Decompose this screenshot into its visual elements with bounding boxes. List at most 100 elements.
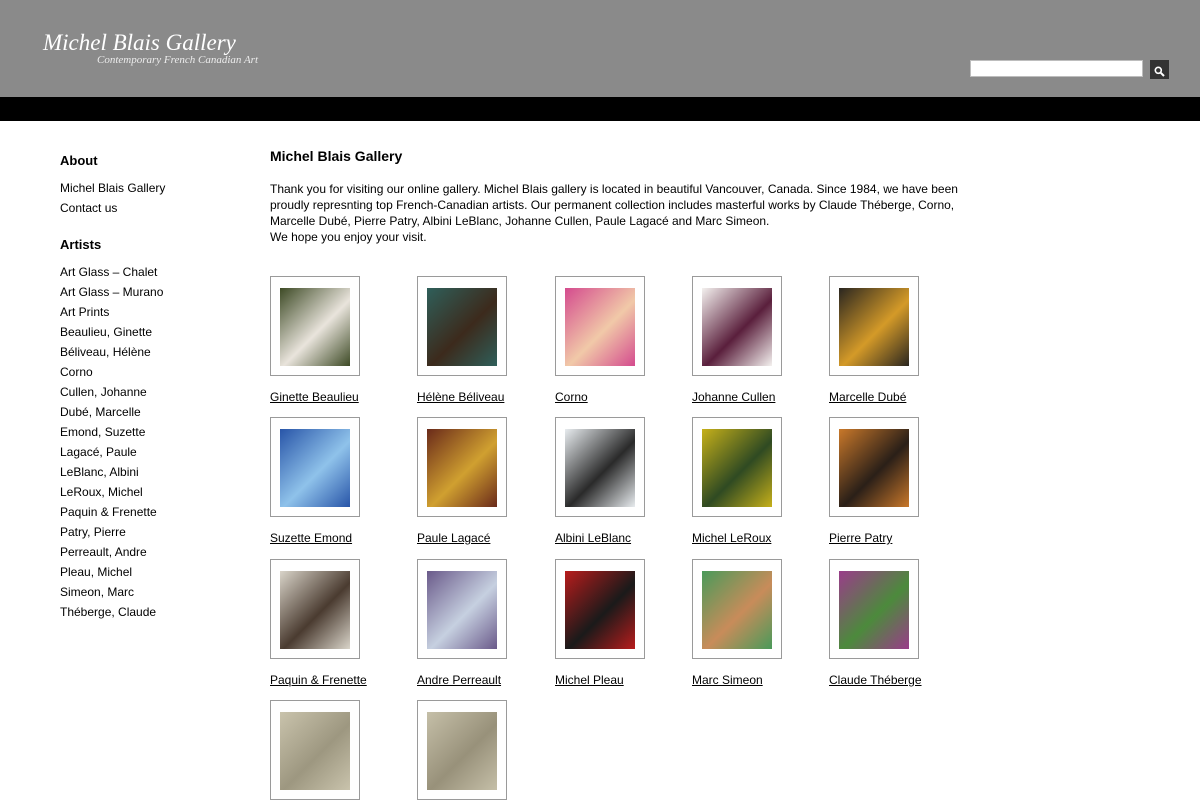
sidebar-link[interactable]: Art Prints xyxy=(60,305,109,319)
artist-card[interactable]: Pierre Patry xyxy=(829,417,969,545)
artwork-thumbnail[interactable] xyxy=(417,559,507,659)
artist-link-paule-lagace[interactable]: Paule Lagacé xyxy=(417,531,557,545)
sidebar-heading-about: About xyxy=(60,153,98,168)
sidebar-link[interactable]: Contact us xyxy=(60,201,117,215)
artist-card[interactable]: Hélène Béliveau xyxy=(417,276,557,404)
artist-card[interactable]: Michel Pleau xyxy=(555,559,695,687)
artist-link-johanne-cullen[interactable]: Johanne Cullen xyxy=(692,390,832,404)
artist-link-pierre-patry[interactable]: Pierre Patry xyxy=(829,531,969,545)
artist-card[interactable]: Ginette Beaulieu xyxy=(270,276,410,404)
artist-card[interactable]: Andre Perreault xyxy=(417,559,557,687)
intro-paragraph: Thank you for visiting our online galler… xyxy=(270,182,958,228)
artist-link-albini-leblanc[interactable]: Albini LeBlanc xyxy=(555,531,695,545)
sidebar-item-corno[interactable]: Corno xyxy=(60,362,240,382)
site-title[interactable]: Michel Blais Gallery xyxy=(43,30,236,56)
artwork-image xyxy=(702,571,772,649)
sidebar-item-dube-marcelle[interactable]: Dubé, Marcelle xyxy=(60,402,240,422)
artwork-thumbnail[interactable] xyxy=(692,417,782,517)
sidebar-item-pleau-michel[interactable]: Pleau, Michel xyxy=(60,562,240,582)
artist-link-paquin-frenette[interactable]: Paquin & Frenette xyxy=(270,673,410,687)
sidebar-link[interactable]: Lagacé, Paule xyxy=(60,445,137,459)
sidebar-item-leroux-michel[interactable]: LeRoux, Michel xyxy=(60,482,240,502)
nav-bar xyxy=(0,97,1200,121)
sidebar-link[interactable]: LeRoux, Michel xyxy=(60,485,143,499)
sidebar-item-simeon-marc[interactable]: Simeon, Marc xyxy=(60,582,240,602)
artist-link-helene-beliveau[interactable]: Hélène Béliveau xyxy=(417,390,557,404)
site-tagline: Contemporary French Canadian Art xyxy=(97,54,259,66)
artwork-image xyxy=(565,571,635,649)
artist-card[interactable]: Paquin & Frenette xyxy=(270,559,410,687)
artist-card[interactable]: Suzette Emond xyxy=(270,417,410,545)
sidebar-item-paquin-frenette[interactable]: Paquin & Frenette xyxy=(60,502,240,522)
artwork-thumbnail[interactable] xyxy=(692,276,782,376)
sidebar-item-contact-us[interactable]: Contact us xyxy=(60,198,240,218)
sidebar-link[interactable]: Pleau, Michel xyxy=(60,565,132,579)
sidebar-link[interactable]: Corno xyxy=(60,365,93,379)
artist-link-suzette-emond[interactable]: Suzette Emond xyxy=(270,531,410,545)
sidebar-item-cullen-johanne[interactable]: Cullen, Johanne xyxy=(60,382,240,402)
artwork-thumbnail[interactable] xyxy=(555,559,645,659)
sidebar-link[interactable]: Patry, Pierre xyxy=(60,525,126,539)
artwork-thumbnail[interactable] xyxy=(555,276,645,376)
sidebar-link[interactable]: Simeon, Marc xyxy=(60,585,134,599)
artwork-thumbnail[interactable] xyxy=(829,417,919,517)
artist-card[interactable]: Marc Simeon xyxy=(692,559,832,687)
sidebar-item-lagace-paule[interactable]: Lagacé, Paule xyxy=(60,442,240,462)
sidebar-link[interactable]: Emond, Suzette xyxy=(60,425,145,439)
sidebar-link[interactable]: Beaulieu, Ginette xyxy=(60,325,152,339)
sidebar-item-beaulieu-ginette[interactable]: Beaulieu, Ginette xyxy=(60,322,240,342)
artwork-thumbnail[interactable] xyxy=(417,700,507,800)
sidebar-item-art-glass-chalet[interactable]: Art Glass – Chalet xyxy=(60,262,240,282)
artist-card[interactable]: Johanne Cullen xyxy=(692,276,832,404)
sidebar-link[interactable]: Perreault, Andre xyxy=(60,545,147,559)
sidebar-link[interactable]: Michel Blais Gallery xyxy=(60,181,165,195)
artwork-thumbnail[interactable] xyxy=(270,417,360,517)
artwork-thumbnail[interactable] xyxy=(270,276,360,376)
sidebar-item-emond-suzette[interactable]: Emond, Suzette xyxy=(60,422,240,442)
artist-card[interactable]: Albini LeBlanc xyxy=(555,417,695,545)
artwork-image xyxy=(839,429,909,507)
search-input[interactable] xyxy=(970,60,1143,77)
artwork-thumbnail[interactable] xyxy=(829,559,919,659)
sidebar-item-art-prints[interactable]: Art Prints xyxy=(60,302,240,322)
about-list: Michel Blais Gallery Contact us xyxy=(60,178,240,218)
artist-card[interactable] xyxy=(270,700,410,800)
sidebar-item-perreault-andre[interactable]: Perreault, Andre xyxy=(60,542,240,562)
sidebar-link[interactable]: LeBlanc, Albini xyxy=(60,465,139,479)
artist-card[interactable]: Claude Théberge xyxy=(829,559,969,687)
sidebar-link[interactable]: Cullen, Johanne xyxy=(60,385,147,399)
sidebar-item-theberge-claude[interactable]: Théberge, Claude xyxy=(60,602,240,622)
sidebar-link[interactable]: Théberge, Claude xyxy=(60,605,156,619)
sidebar-link[interactable]: Art Glass – Murano xyxy=(60,285,163,299)
sidebar-item-patry-pierre[interactable]: Patry, Pierre xyxy=(60,522,240,542)
artist-link-corno[interactable]: Corno xyxy=(555,390,695,404)
sidebar-link[interactable]: Béliveau, Hélène xyxy=(60,345,151,359)
artwork-thumbnail[interactable] xyxy=(270,559,360,659)
sidebar-item-michel-blais-gallery[interactable]: Michel Blais Gallery xyxy=(60,178,240,198)
artist-card[interactable]: Marcelle Dubé xyxy=(829,276,969,404)
sidebar-link[interactable]: Dubé, Marcelle xyxy=(60,405,141,419)
artwork-thumbnail[interactable] xyxy=(417,276,507,376)
artist-card[interactable]: Michel LeRoux xyxy=(692,417,832,545)
artwork-thumbnail[interactable] xyxy=(417,417,507,517)
artist-link-ginette-beaulieu[interactable]: Ginette Beaulieu xyxy=(270,390,410,404)
artist-link-andre-perreault[interactable]: Andre Perreault xyxy=(417,673,557,687)
artist-link-michel-pleau[interactable]: Michel Pleau xyxy=(555,673,695,687)
sidebar-item-leblanc-albini[interactable]: LeBlanc, Albini xyxy=(60,462,240,482)
artwork-thumbnail[interactable] xyxy=(829,276,919,376)
artwork-thumbnail[interactable] xyxy=(692,559,782,659)
artist-card[interactable]: Paule Lagacé xyxy=(417,417,557,545)
sidebar-link[interactable]: Paquin & Frenette xyxy=(60,505,157,519)
artwork-thumbnail[interactable] xyxy=(555,417,645,517)
search-button[interactable] xyxy=(1150,60,1169,79)
artwork-thumbnail[interactable] xyxy=(270,700,360,800)
artist-link-claude-theberge[interactable]: Claude Théberge xyxy=(829,673,969,687)
artist-card[interactable]: Corno xyxy=(555,276,695,404)
artist-link-marcelle-dube[interactable]: Marcelle Dubé xyxy=(829,390,969,404)
sidebar-item-art-glass-murano[interactable]: Art Glass – Murano xyxy=(60,282,240,302)
artist-card[interactable] xyxy=(417,700,557,800)
artist-link-marc-simeon[interactable]: Marc Simeon xyxy=(692,673,832,687)
artist-link-michel-leroux[interactable]: Michel LeRoux xyxy=(692,531,832,545)
sidebar-item-beliveau-helene[interactable]: Béliveau, Hélène xyxy=(60,342,240,362)
sidebar-link[interactable]: Art Glass – Chalet xyxy=(60,265,157,279)
